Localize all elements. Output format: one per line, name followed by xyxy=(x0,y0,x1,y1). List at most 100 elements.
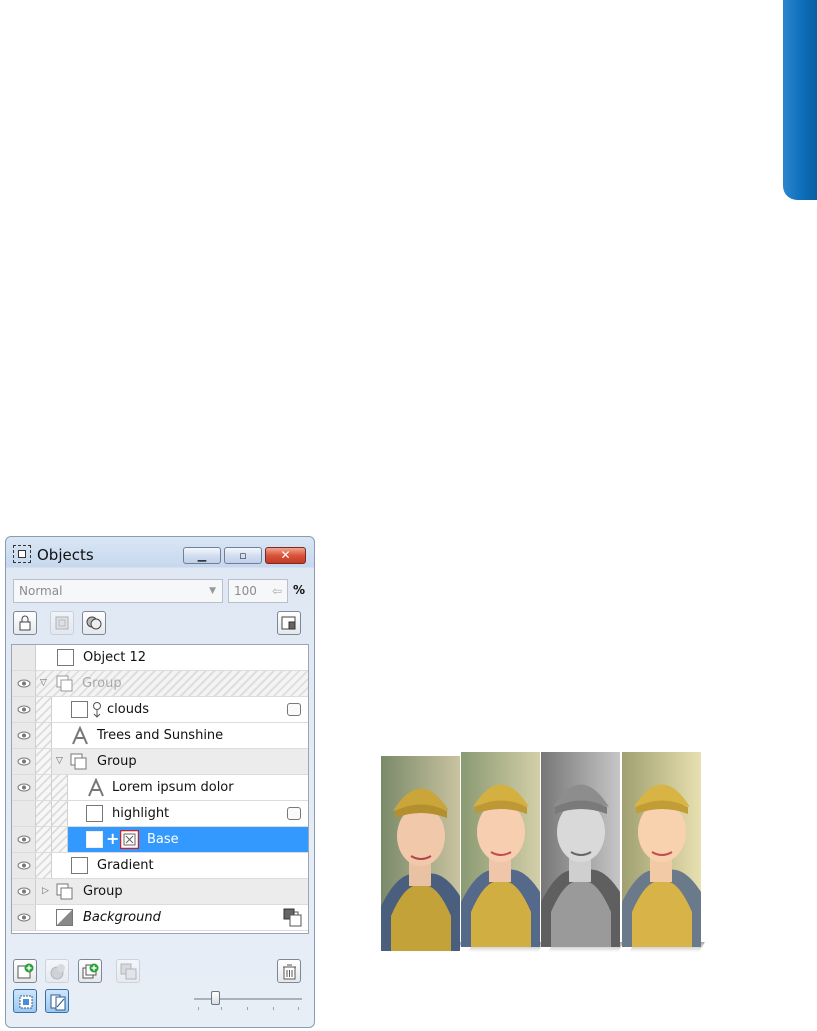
text-object-icon xyxy=(86,777,106,802)
mask-icon xyxy=(55,616,69,630)
group-icon xyxy=(56,883,74,905)
multi-view-icon xyxy=(50,994,66,1011)
window-title: Objects xyxy=(37,546,94,564)
visibility-toggle[interactable] xyxy=(12,645,36,670)
expand-right-icon[interactable]: ▷ xyxy=(42,886,49,896)
visibility-toggle[interactable] xyxy=(12,905,36,930)
object-label: Gradient xyxy=(97,858,154,873)
minimize-button[interactable]: ▁ xyxy=(183,547,221,564)
group-icon xyxy=(56,675,74,697)
visibility-toggle[interactable] xyxy=(12,801,36,826)
object-label: Base xyxy=(147,832,179,847)
overlap-button[interactable] xyxy=(82,611,106,635)
photo-card-warm-lens xyxy=(622,752,701,947)
eye-icon xyxy=(17,783,31,792)
side-tab[interactable] xyxy=(783,0,817,200)
lens-mask-icon[interactable] xyxy=(119,829,140,853)
eye-icon xyxy=(17,679,31,688)
indent-guide xyxy=(36,775,52,800)
eye-icon xyxy=(17,861,31,870)
combine-icon xyxy=(120,963,137,980)
opacity-value: 100 xyxy=(234,584,257,598)
object-row-base[interactable]: + Base xyxy=(12,827,308,853)
properties-icon xyxy=(281,616,296,630)
object-row-lorem-ipsum-dolor[interactable]: Lorem ipsum dolor xyxy=(12,775,308,801)
indent-guide xyxy=(36,697,52,722)
stepper-icon[interactable]: ⇦ xyxy=(272,580,282,602)
visibility-toggle[interactable] xyxy=(12,827,36,852)
indent-guide xyxy=(52,775,68,800)
visibility-toggle[interactable] xyxy=(12,775,36,800)
lock-icon xyxy=(19,615,31,631)
eye-icon xyxy=(17,731,31,740)
expand-down-icon[interactable]: ▽ xyxy=(56,756,63,766)
visibility-toggle[interactable] xyxy=(12,879,36,904)
object-row-group[interactable]: ▷ Group xyxy=(12,879,308,905)
photo-card-color-lens xyxy=(461,752,540,947)
link-icon xyxy=(90,701,104,723)
visibility-toggle[interactable] xyxy=(12,671,36,696)
object-label: Object 12 xyxy=(83,650,147,665)
lens-effect-illustration xyxy=(376,712,729,995)
visibility-toggle[interactable] xyxy=(12,697,36,722)
object-label: Group xyxy=(97,754,137,769)
object-row-highlight[interactable]: highlight xyxy=(12,801,308,827)
indent-guide xyxy=(52,801,68,826)
thumbnail-size-slider-handle[interactable] xyxy=(211,991,220,1005)
objects-window: Objects ▁ ▫ ✕ Normal ▼ 100 ⇦ % Object 12 xyxy=(5,536,315,1028)
combine-button[interactable] xyxy=(116,959,140,983)
object-row-group[interactable]: ▽ Group xyxy=(12,749,308,775)
photo-card-original xyxy=(381,756,460,951)
group-icon xyxy=(70,753,88,775)
delete-button[interactable] xyxy=(277,959,301,983)
maximize-button[interactable]: ▫ xyxy=(224,547,262,564)
multi-view-button[interactable] xyxy=(45,989,69,1013)
opacity-input[interactable]: 100 ⇦ xyxy=(228,579,288,603)
new-object-button[interactable] xyxy=(13,959,37,983)
properties-button[interactable] xyxy=(277,611,301,635)
mask-button[interactable] xyxy=(50,611,74,635)
new-mask-button[interactable] xyxy=(45,959,69,983)
object-label: Lorem ipsum dolor xyxy=(112,780,234,795)
opacity-unit: % xyxy=(293,583,306,597)
blend-mode-value: Normal xyxy=(19,584,63,598)
expand-down-icon[interactable]: ▽ xyxy=(40,678,47,688)
close-button[interactable]: ✕ xyxy=(265,547,306,564)
indent-guide xyxy=(36,749,52,774)
object-row-clouds[interactable]: clouds xyxy=(12,697,308,723)
object-row-background[interactable]: Background xyxy=(12,905,308,931)
blend-mode-select[interactable]: Normal ▼ xyxy=(13,579,223,603)
background-convert-icon[interactable] xyxy=(283,908,303,932)
slider-tick xyxy=(247,1007,248,1010)
plus-icon: + xyxy=(106,829,120,848)
delete-icon xyxy=(283,964,296,980)
objects-tree[interactable]: Object 12 ▽ Group clouds Trees and Sunsh… xyxy=(11,644,309,934)
indent-guide xyxy=(36,827,52,852)
single-view-button[interactable] xyxy=(13,989,37,1013)
lock-button[interactable] xyxy=(13,611,37,635)
slider-tick xyxy=(221,1007,222,1010)
visibility-toggle[interactable] xyxy=(12,749,36,774)
photo-card-grayscale-lens xyxy=(541,752,620,947)
object-label: Group xyxy=(82,676,122,691)
indent-guide xyxy=(36,853,52,878)
eye-icon xyxy=(17,913,31,922)
new-object-from-selection-icon xyxy=(82,963,99,979)
mask-badge-icon[interactable] xyxy=(287,703,301,716)
object-row-group[interactable]: ▽ Group xyxy=(12,671,308,697)
object-thumbnail xyxy=(71,701,88,718)
object-label: clouds xyxy=(107,702,149,717)
object-row-trees-and-sunshine[interactable]: Trees and Sunshine xyxy=(12,723,308,749)
eye-icon xyxy=(17,705,31,714)
object-row-object-12[interactable]: Object 12 xyxy=(12,645,308,671)
new-object-from-selection-button[interactable] xyxy=(78,959,102,983)
title-bar[interactable]: Objects ▁ ▫ ✕ xyxy=(6,537,314,571)
visibility-toggle[interactable] xyxy=(12,853,36,878)
visibility-toggle[interactable] xyxy=(12,723,36,748)
object-row-gradient[interactable]: Gradient xyxy=(12,853,308,879)
slider-tick xyxy=(198,1007,199,1010)
mask-badge-icon[interactable] xyxy=(287,807,301,820)
text-object-icon xyxy=(70,725,90,750)
object-thumbnail xyxy=(86,805,103,822)
single-view-icon xyxy=(19,995,33,1009)
